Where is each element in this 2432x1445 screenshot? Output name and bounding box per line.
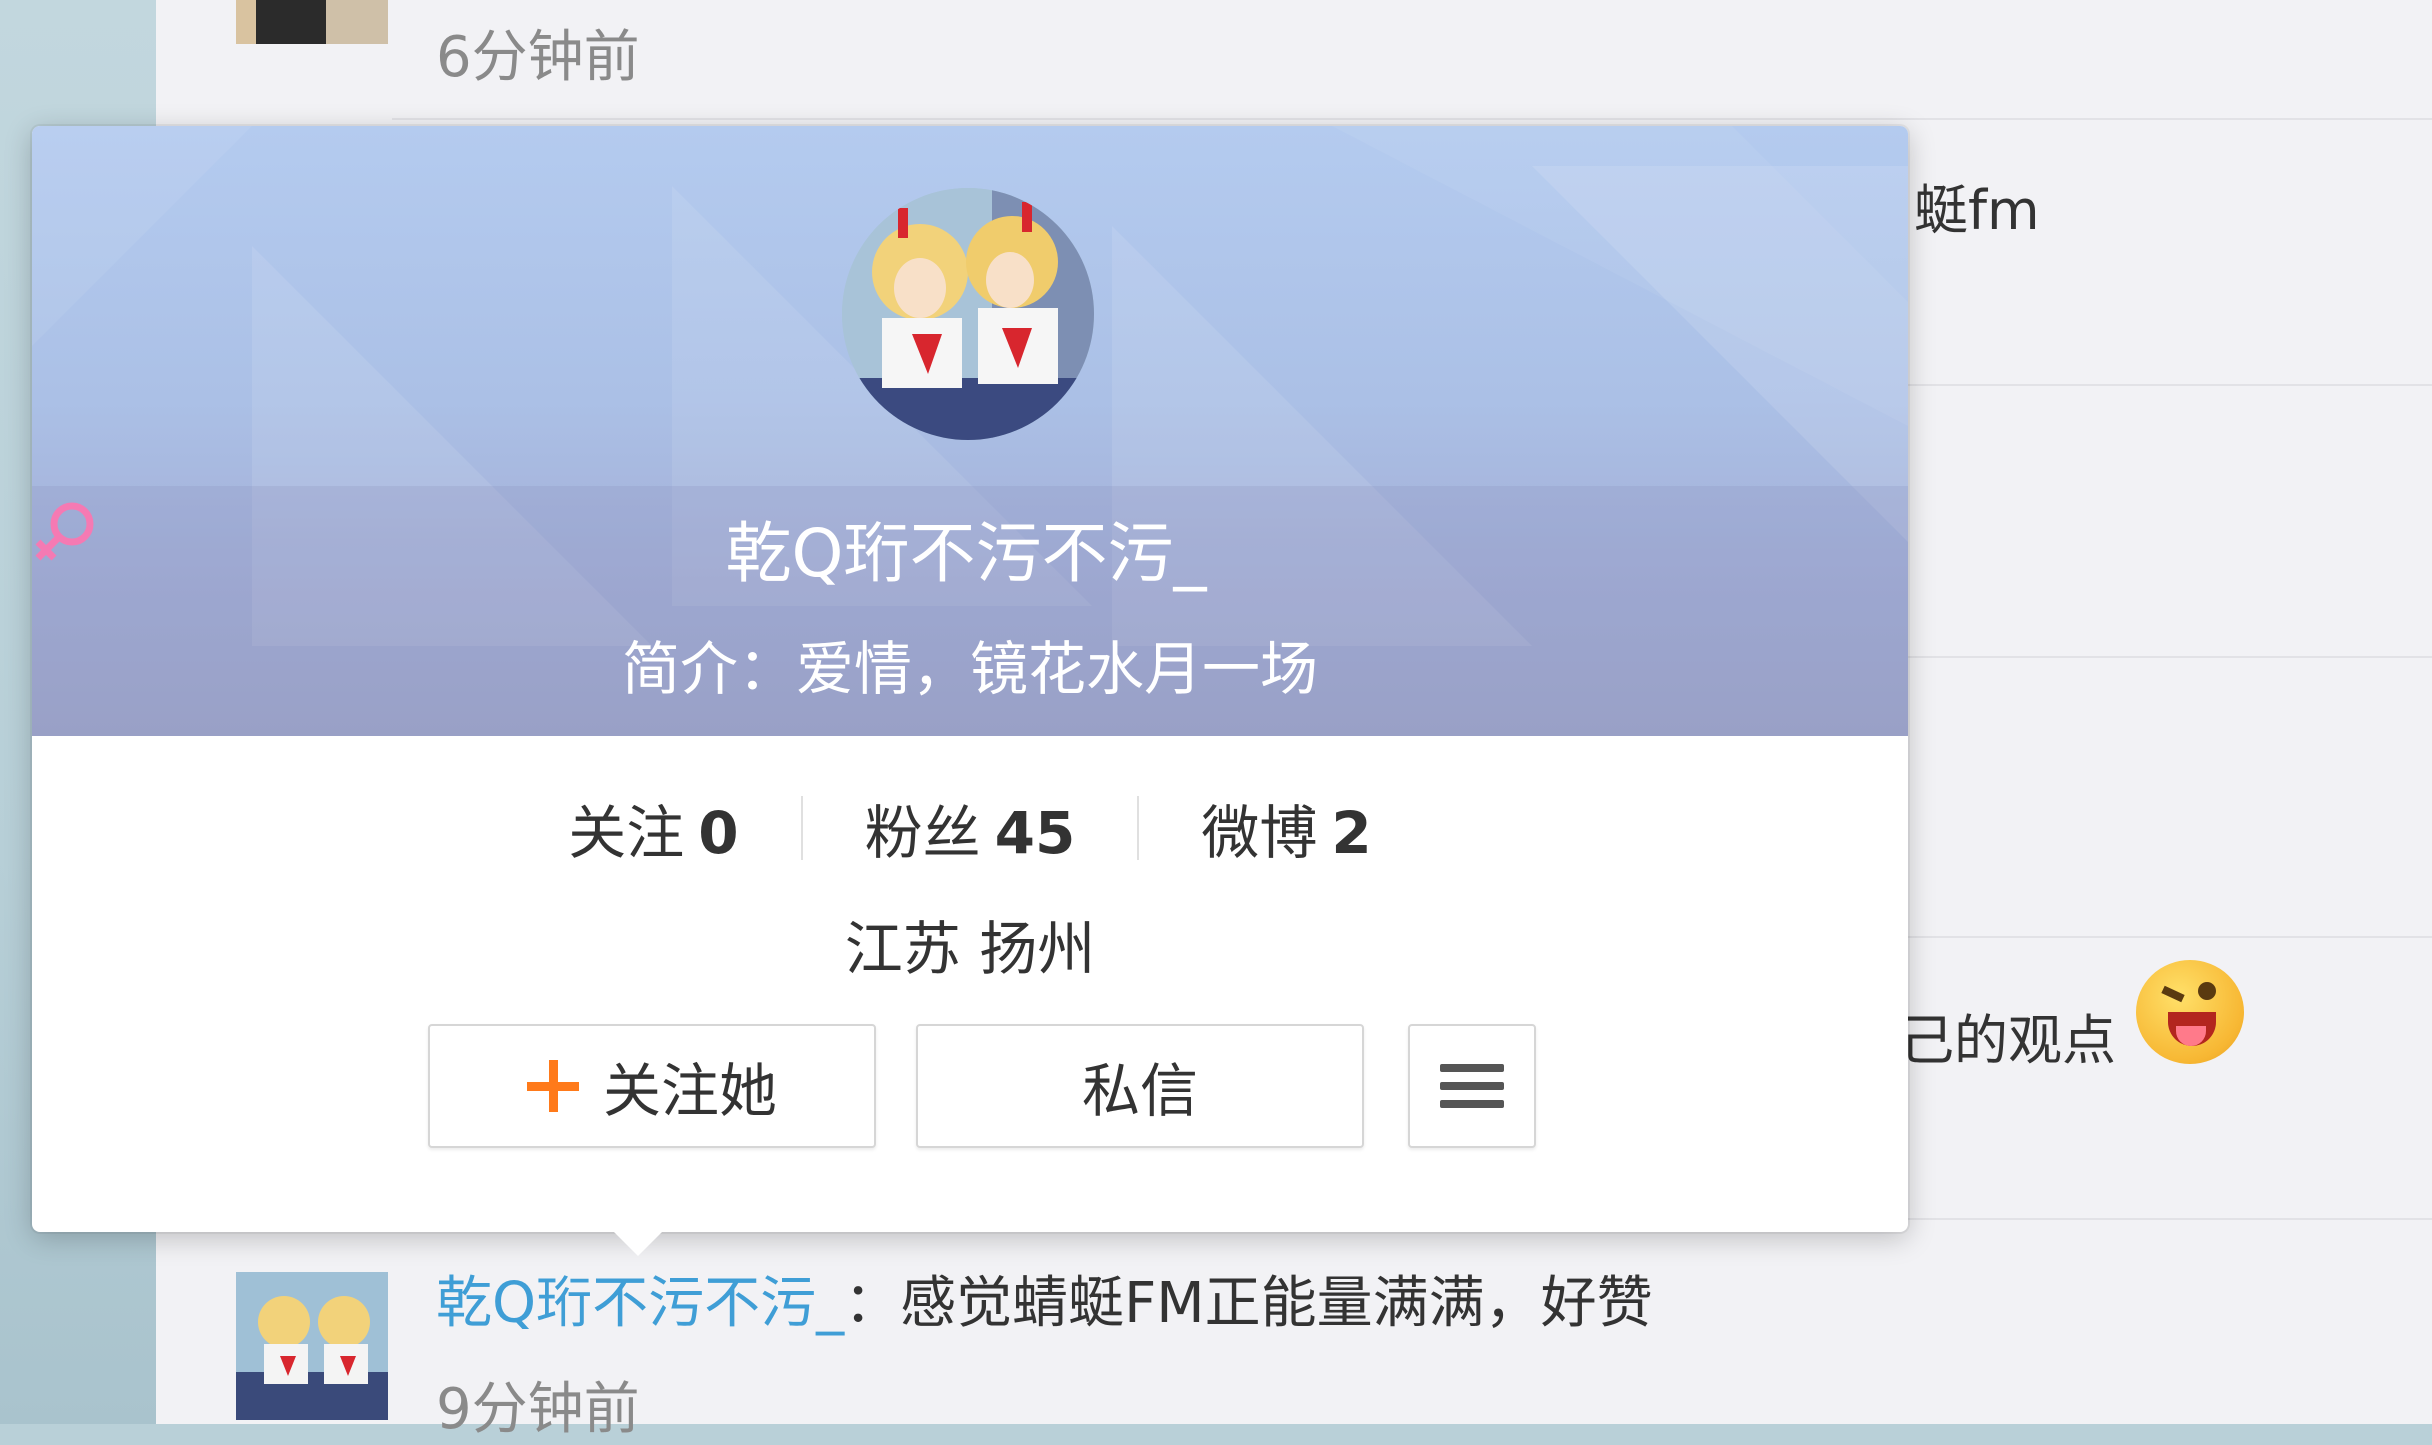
user-profile-card: 乾Q珩不污不污_ 简介：爱情，镜花水月一场 关注 0 粉丝 45 微博 2 江苏 扬州… bbox=[32, 126, 1908, 1232]
follow-button-label: 关注她 bbox=[602, 1057, 777, 1125]
stat-value: 45 bbox=[994, 799, 1076, 867]
comment-text: 感觉蜻蜓FM正能量满满，好赞 bbox=[900, 1271, 1653, 1336]
laughing-emoji-icon bbox=[2136, 960, 2244, 1064]
plus-icon bbox=[526, 1060, 579, 1112]
comment-time: 9分钟前 bbox=[436, 1377, 640, 1442]
profile-name: 乾Q珩不污不污_ bbox=[32, 500, 1908, 596]
profile-location: 江苏 扬州 bbox=[844, 915, 1096, 983]
comment-text-fragment: 蜓fm bbox=[1914, 179, 2040, 242]
profile-cover: 乾Q珩不污不污_ 简介：爱情，镜花水月一场 bbox=[32, 126, 1908, 736]
comment-text-fragment: 己的观点 bbox=[1900, 1009, 2116, 1072]
message-button[interactable]: 私信 bbox=[916, 1024, 1364, 1148]
profile-stats: 关注 0 粉丝 45 微博 2 bbox=[32, 780, 1908, 876]
stat-label: 微博 bbox=[1201, 799, 1318, 867]
profile-avatar[interactable] bbox=[842, 188, 1094, 440]
stat-value: 2 bbox=[1331, 799, 1372, 867]
menu-icon bbox=[1440, 1064, 1504, 1108]
comment-separator: ： bbox=[844, 1271, 901, 1336]
profile-bio: 简介：爱情，镜花水月一场 bbox=[621, 635, 1318, 703]
popup-pointer bbox=[612, 1230, 664, 1256]
comment-avatar[interactable] bbox=[236, 0, 388, 44]
comment-time: 6分钟前 bbox=[436, 25, 640, 90]
more-options-button[interactable] bbox=[1408, 1024, 1536, 1148]
stat-value: 0 bbox=[698, 799, 739, 867]
comment-item: 乾Q珩不污不污_：感觉蜻蜓FM正能量满满，好赞 bbox=[436, 1258, 1653, 1339]
message-button-label: 私信 bbox=[1081, 1057, 1198, 1125]
stat-following[interactable]: 关注 0 bbox=[506, 786, 800, 870]
follow-button[interactable]: 关注她 bbox=[428, 1024, 876, 1148]
stat-posts[interactable]: 微博 2 bbox=[1139, 786, 1433, 870]
profile-name-text[interactable]: 乾Q珩不污不污_ bbox=[726, 515, 1207, 592]
stat-followers[interactable]: 粉丝 45 bbox=[803, 786, 1138, 870]
divider bbox=[392, 118, 2432, 120]
comment-avatar[interactable] bbox=[236, 1272, 388, 1420]
comment-author-link[interactable]: 乾Q珩不污不污_ bbox=[436, 1271, 844, 1336]
stat-label: 粉丝 bbox=[864, 799, 981, 867]
stat-label: 关注 bbox=[568, 799, 685, 867]
